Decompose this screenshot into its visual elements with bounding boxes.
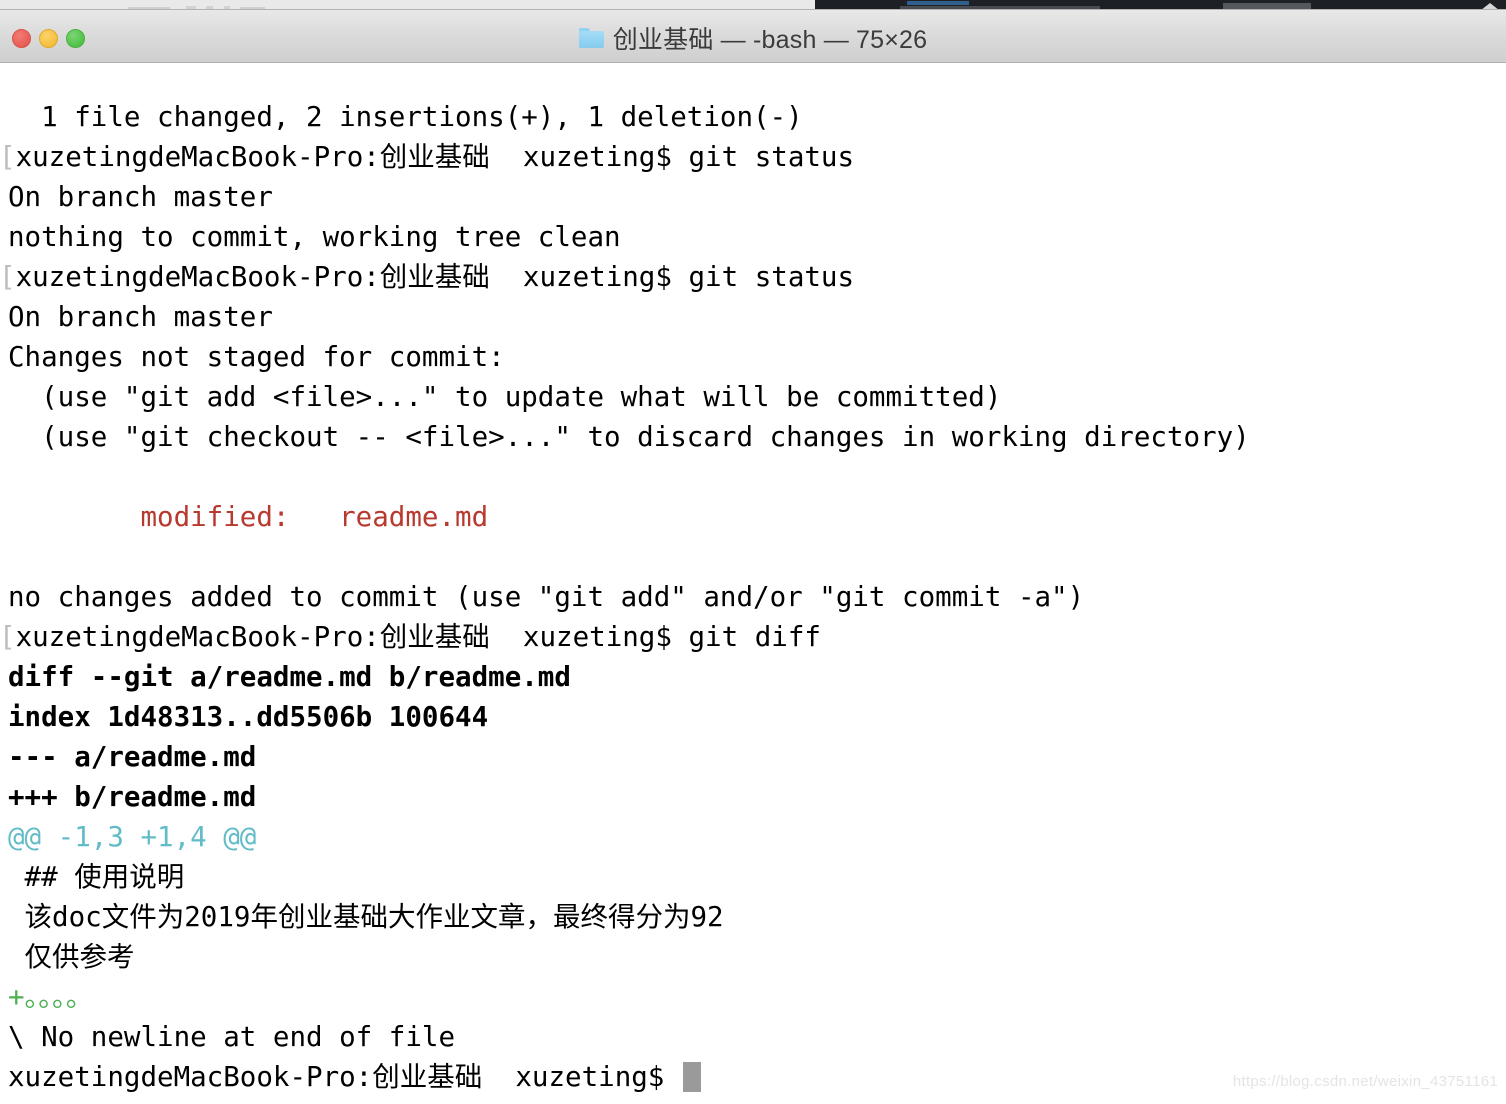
folder-icon [578, 28, 604, 48]
prompt-text: xuzetingdeMacBook-Pro:创业基础 xuzeting$ git… [15, 261, 855, 293]
terminal-line: no changes added to commit (use "git add… [8, 581, 1085, 613]
terminal-line: [xuzetingdeMacBook-Pro:创业基础 xuzeting$ gi… [0, 257, 1506, 297]
terminal-screen[interactable]: 1 file changed, 2 insertions(+), 1 delet… [0, 97, 1506, 1097]
terminal-window: 创业基础 — -bash — 75×26 1 file changed, 2 i… [0, 9, 1506, 1104]
terminal-body[interactable]: 1 file changed, 2 insertions(+), 1 delet… [0, 63, 1506, 1104]
terminal-line: ## 使用说明 [8, 861, 185, 893]
terminal-line: \ No newline at end of file [8, 1021, 456, 1053]
terminal-line: nothing to commit, working tree clean [8, 221, 621, 253]
terminal-line: modified: readme.md [8, 501, 489, 533]
terminal-line: +。。。。 [8, 981, 94, 1013]
prompt-bracket: [ [0, 261, 16, 293]
terminal-line: (use "git add <file>..." to update what … [8, 381, 1002, 413]
prompt-text: xuzetingdeMacBook-Pro:创业基础 xuzeting$ git… [15, 621, 821, 653]
title-bar[interactable]: 创业基础 — -bash — 75×26 [0, 10, 1506, 63]
terminal-line: 仅供参考 [8, 941, 135, 973]
terminal-line: (use "git checkout -- <file>..." to disc… [8, 421, 1250, 453]
window-title: 创业基础 — -bash — 75×26 [612, 26, 928, 54]
terminal-line: On branch master [8, 181, 273, 213]
prompt-bracket: [ [0, 141, 16, 173]
terminal-line: index 1d48313..dd5506b 100644 [8, 701, 489, 733]
text-cursor[interactable] [682, 1062, 701, 1092]
terminal-line: 1 file changed, 2 insertions(+), 1 delet… [8, 101, 803, 133]
prompt-text: xuzetingdeMacBook-Pro:创业基础 xuzeting$ git… [15, 141, 855, 173]
prompt-text: xuzetingdeMacBook-Pro:创业基础 xuzeting$ [8, 1061, 681, 1093]
terminal-line: [xuzetingdeMacBook-Pro:创业基础 xuzeting$ gi… [0, 137, 1506, 177]
terminal-line: diff --git a/readme.md b/readme.md [8, 661, 571, 693]
terminal-line: --- a/readme.md [8, 741, 257, 773]
terminal-line: 该doc文件为2019年创业基础大作业文章，最终得分为92 [8, 901, 724, 933]
terminal-line: +++ b/readme.md [8, 781, 257, 813]
terminal-line: @@ -1,3 +1,4 @@ [8, 821, 257, 853]
prompt-bracket: [ [0, 621, 16, 653]
terminal-line: [xuzetingdeMacBook-Pro:创业基础 xuzeting$ gi… [0, 617, 1506, 657]
terminal-line: Changes not staged for commit: [8, 341, 505, 373]
background-artifact [907, 1, 969, 5]
terminal-line: On branch master [8, 301, 273, 333]
title-bar-content: 创业基础 — -bash — 75×26 [0, 20, 1506, 56]
csdn-watermark: https://blog.csdn.net/weixin_43751161 [1232, 1073, 1498, 1090]
